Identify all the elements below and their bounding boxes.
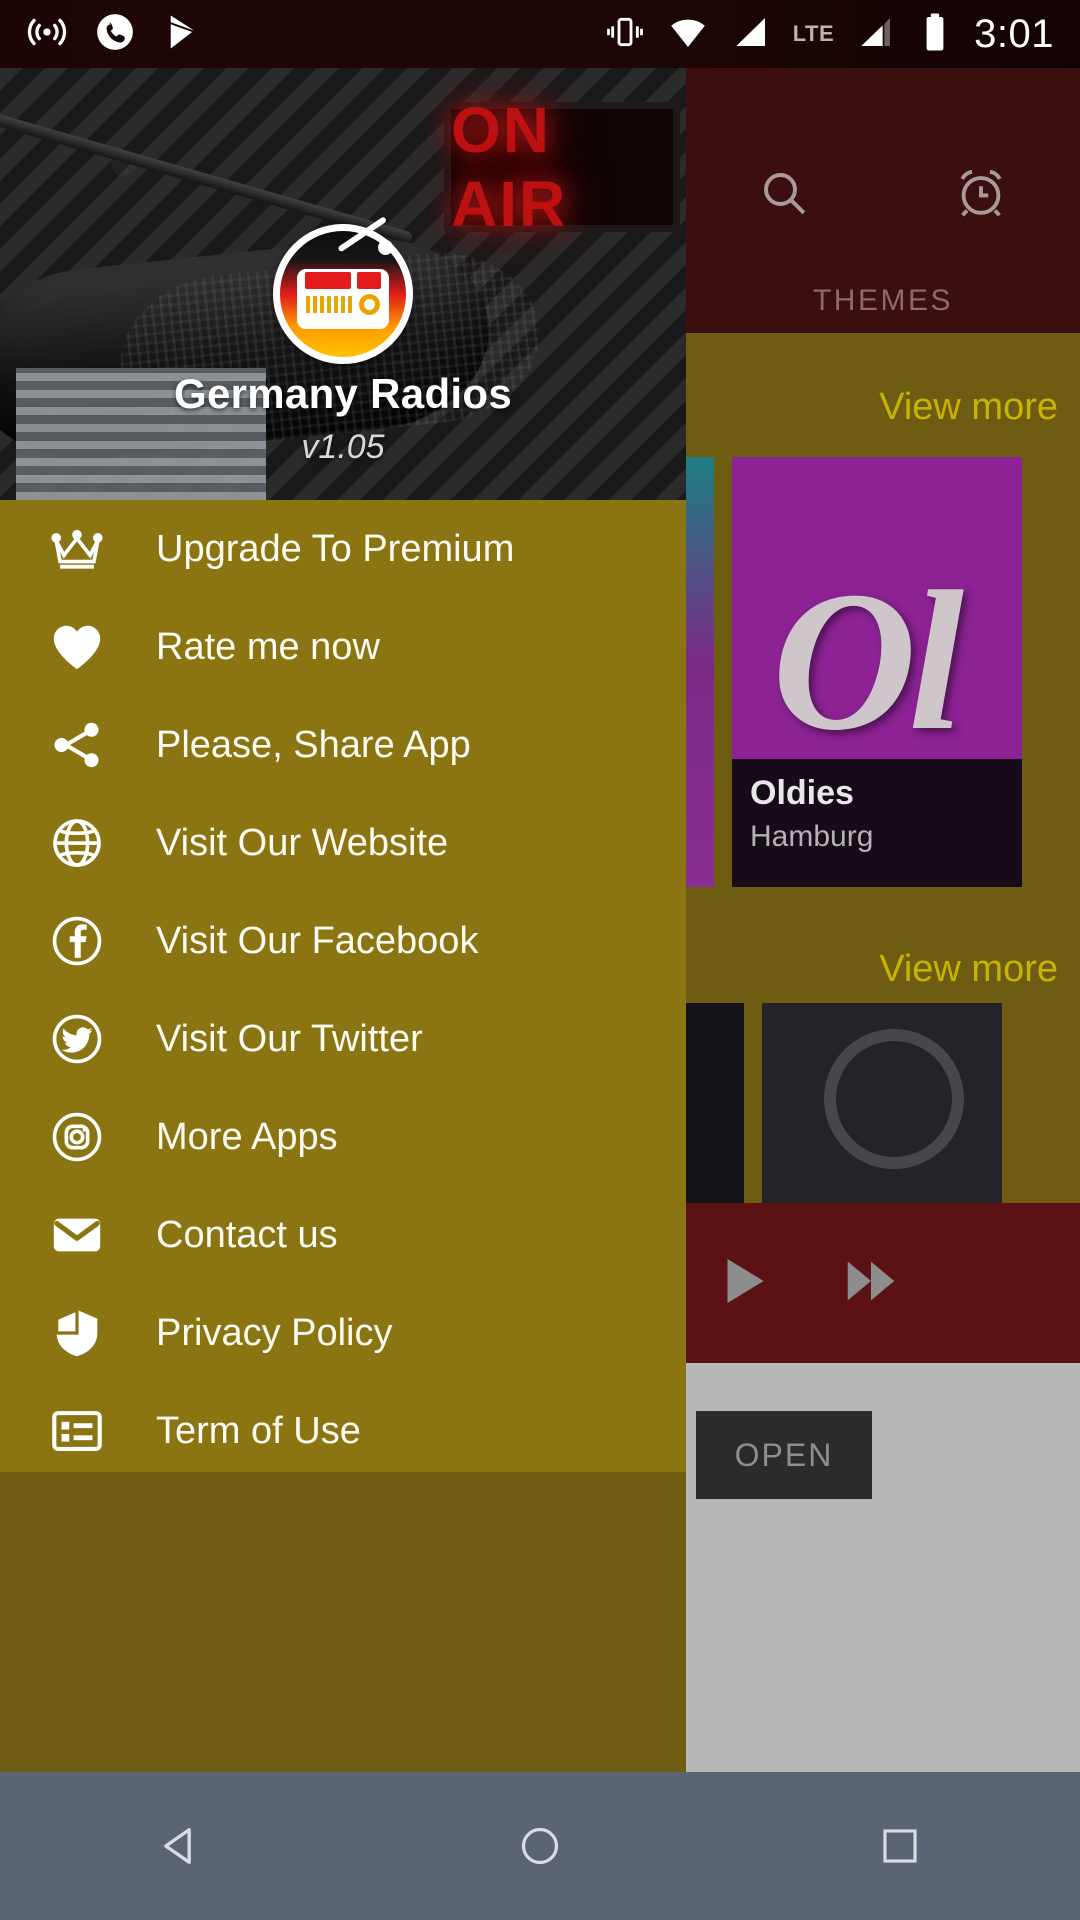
open-button-label: OPEN <box>734 1436 834 1473</box>
nav-home-button[interactable] <box>465 1772 615 1920</box>
open-button[interactable]: OPEN <box>696 1411 872 1499</box>
station-card-partial[interactable] <box>686 457 714 887</box>
twitter-icon <box>34 1010 120 1068</box>
status-bar-right-icons: LTE 3:01 <box>605 11 1080 58</box>
menu-item-label: Visit Our Facebook <box>156 919 479 962</box>
station-card-oldies[interactable]: Ol Oldies Hamburg <box>732 457 1022 887</box>
shield-icon <box>34 1304 120 1362</box>
menu-item-label: Rate me now <box>156 625 380 668</box>
envelope-icon <box>34 1206 120 1264</box>
menu-item-term-of-use[interactable]: Term of Use <box>0 1382 686 1472</box>
menu-item-label: Contact us <box>156 1213 338 1256</box>
menu-item-rate-me-now[interactable]: Rate me now <box>0 598 686 696</box>
app-title: Germany Radios <box>174 370 512 417</box>
station-subtitle: Hamburg <box>750 819 874 853</box>
status-bar-clock: 3:01 <box>974 12 1054 56</box>
top-bar-actions <box>686 140 1080 250</box>
menu-item-visit-facebook[interactable]: Visit Our Facebook <box>0 892 686 990</box>
vibrate-icon <box>605 12 645 57</box>
drawer-header: ON AIR Germany Radios v1.05 <box>0 68 686 500</box>
list-icon <box>34 1402 120 1460</box>
phone-screen: THEMES View more Ol Oldies Hamburg View … <box>0 0 1080 1920</box>
menu-item-label: Privacy Policy <box>156 1311 393 1354</box>
menu-item-contact-us[interactable]: Contact us <box>0 1186 686 1284</box>
station-mini-artwork <box>824 1029 964 1169</box>
signal-2-icon <box>856 12 896 57</box>
navigation-drawer: ON AIR Germany Radios v1.05 Upgrade To P… <box>0 68 686 1472</box>
menu-item-share-app[interactable]: Please, Share App <box>0 696 686 794</box>
drawer-menu: Upgrade To Premium Rate me now Please, S… <box>0 500 686 1472</box>
status-bar: LTE 3:01 <box>0 0 1080 68</box>
status-bar-left-icons <box>0 11 204 58</box>
station-artwork: Ol <box>772 551 964 772</box>
wifi-icon <box>667 11 709 58</box>
nav-recents-button[interactable] <box>825 1772 975 1920</box>
menu-item-label: Please, Share App <box>156 723 471 766</box>
menu-item-visit-website[interactable]: Visit Our Website <box>0 794 686 892</box>
station-card-row-1: Ol Oldies Hamburg <box>686 457 1080 887</box>
alarm-clock-icon[interactable] <box>952 164 1010 227</box>
nav-back-button[interactable] <box>105 1772 255 1920</box>
menu-item-more-apps[interactable]: More Apps <box>0 1088 686 1186</box>
station-card-mini-a[interactable] <box>686 1003 744 1203</box>
menu-item-label: Visit Our Website <box>156 821 449 864</box>
menu-item-upgrade-to-premium[interactable]: Upgrade To Premium <box>0 500 686 598</box>
menu-item-label: Upgrade To Premium <box>156 527 515 570</box>
view-more-link-2[interactable]: View more <box>686 941 1080 997</box>
fast-forward-icon[interactable] <box>840 1250 902 1317</box>
station-card-mini-b[interactable] <box>762 1003 1002 1203</box>
battery-icon <box>918 11 952 58</box>
phone-icon <box>94 11 136 58</box>
facebook-icon <box>34 912 120 970</box>
play-icon[interactable] <box>712 1250 774 1317</box>
view-more-link-1[interactable]: View more <box>686 379 1080 435</box>
play-store-icon <box>162 11 204 58</box>
network-type-label: LTE <box>792 21 835 46</box>
menu-item-label: Term of Use <box>156 1409 361 1452</box>
radio-logo-icon <box>273 216 413 364</box>
globe-icon <box>34 814 120 872</box>
share-icon <box>34 716 120 774</box>
android-nav-bar <box>0 1772 1080 1920</box>
menu-item-privacy-policy[interactable]: Privacy Policy <box>0 1284 686 1382</box>
station-card-row-2 <box>686 1003 1080 1203</box>
instagram-icon <box>34 1108 120 1166</box>
menu-item-label: Visit Our Twitter <box>156 1017 423 1060</box>
menu-item-label: More Apps <box>156 1115 338 1158</box>
heart-icon <box>34 618 120 676</box>
crown-icon <box>34 520 120 578</box>
station-caption: Oldies Hamburg <box>732 759 1022 887</box>
cast-icon <box>26 11 68 58</box>
signal-icon <box>731 12 771 57</box>
station-title: Oldies <box>750 774 854 812</box>
player-bar <box>686 1203 1080 1363</box>
tab-themes[interactable]: THEMES <box>686 268 1080 333</box>
tab-themes-label: THEMES <box>812 283 953 317</box>
app-version: v1.05 <box>301 428 385 466</box>
menu-item-visit-twitter[interactable]: Visit Our Twitter <box>0 990 686 1088</box>
search-icon[interactable] <box>756 165 812 226</box>
